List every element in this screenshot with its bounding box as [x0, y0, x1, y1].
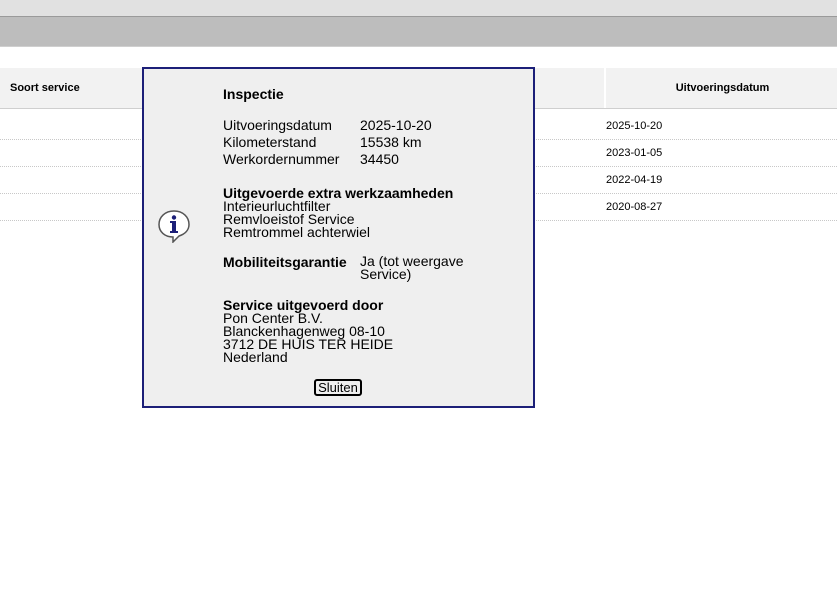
row-date: 2023-01-05: [606, 147, 663, 159]
detail-value-kilometerstand: 15538 km: [360, 134, 422, 150]
row-date: 2025-10-20: [606, 120, 663, 132]
info-icon: [158, 210, 190, 243]
service-detail-dialog: Inspectie Uitvoeringsdatum 2025-10-20 Ki…: [142, 67, 535, 408]
row-date: 2022-04-19: [606, 174, 663, 186]
mobility-label: Mobiliteitsgarantie: [223, 254, 347, 270]
dialog-title: Inspectie: [223, 86, 284, 102]
top-toolbar: [0, 0, 837, 17]
detail-label-uitvoeringsdatum: Uitvoeringsdatum: [223, 117, 332, 133]
extra-work-item: Remtrommel achterwiel: [223, 224, 371, 240]
mobility-value: Ja (tot weergave Service): [360, 253, 464, 282]
detail-value-uitvoeringsdatum: 2025-10-20: [360, 117, 432, 133]
service-by-line: Nederland: [223, 349, 288, 365]
row-date: 2020-08-27: [606, 201, 663, 213]
detail-value-werkordernummer: 34450: [360, 151, 399, 167]
column-header-uitvoeringsdatum[interactable]: Uitvoeringsdatum: [604, 68, 837, 108]
secondary-toolbar: [0, 17, 837, 47]
detail-label-kilometerstand: Kilometerstand: [223, 134, 317, 150]
close-button[interactable]: Sluiten: [314, 379, 362, 396]
detail-label-werkordernummer: Werkordernummer: [223, 151, 340, 167]
column-header-soort-service[interactable]: Soort service: [10, 68, 80, 108]
